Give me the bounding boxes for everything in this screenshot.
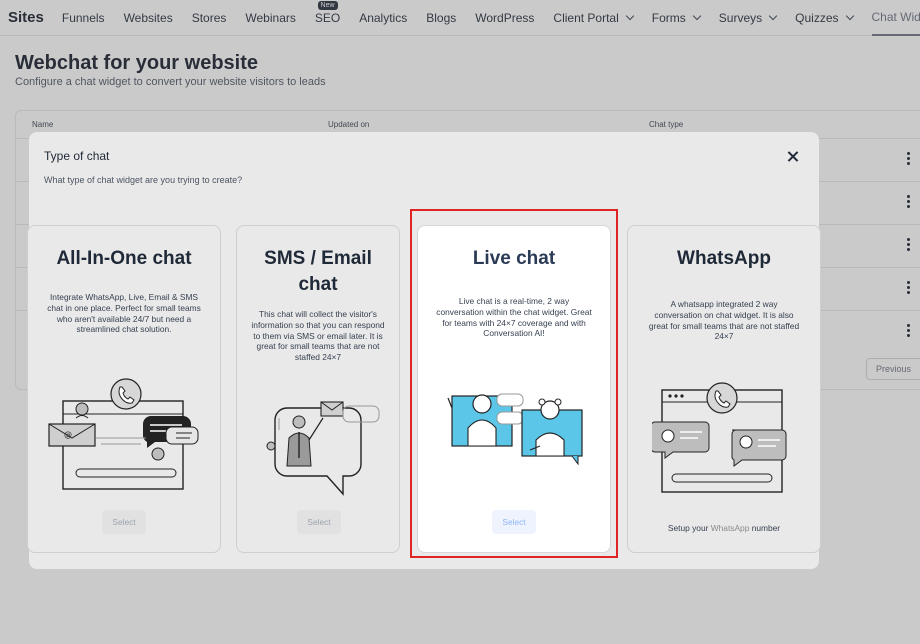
select-button[interactable]: Select (297, 510, 341, 534)
setup-text-suffix: number (749, 523, 781, 533)
chat-type-card-all-in-one[interactable]: All-In-One chat Integrate WhatsApp, Live… (27, 225, 221, 553)
close-icon[interactable] (786, 150, 800, 164)
chat-type-card-sms-email[interactable]: SMS / Email chat This chat will collect … (236, 225, 400, 553)
card-title: All-In-One chat (56, 248, 192, 269)
card-title: WhatsApp (677, 248, 771, 269)
whatsapp-setup-link[interactable]: WhatsApp (711, 523, 750, 533)
sms-email-illustration (266, 401, 380, 496)
select-button[interactable]: Select (102, 510, 146, 534)
whatsapp-illustration (652, 382, 787, 493)
svg-text:@: @ (64, 430, 72, 439)
modal-subtitle: What type of chat widget are you trying … (44, 175, 243, 185)
card-description: A whatsapp integrated 2 way conversation… (648, 299, 800, 342)
whatsapp-setup-text: Setup your WhatsApp number (628, 523, 820, 533)
modal-title: Type of chat (44, 149, 110, 163)
selection-highlight (410, 209, 618, 558)
chat-type-card-whatsapp[interactable]: WhatsApp A whatsapp integrated 2 way con… (627, 225, 821, 553)
card-title: SMS / Email chat (264, 248, 372, 295)
card-description: This chat will collect the visitor's inf… (251, 309, 385, 363)
all-in-one-illustration: @ (48, 378, 199, 490)
card-description: Integrate WhatsApp, Live, Email & SMS ch… (47, 292, 201, 335)
setup-text-prefix: Setup your (667, 523, 711, 533)
